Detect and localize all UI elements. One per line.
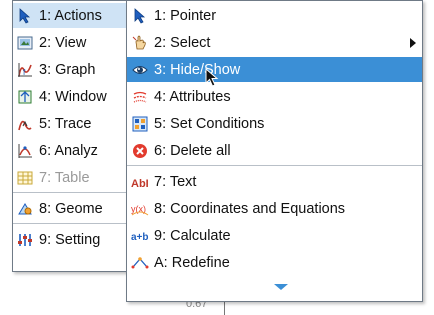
svg-text:AbI: AbI <box>131 178 149 189</box>
mouse-cursor-icon <box>205 67 219 92</box>
submenu-item-coordinates[interactable]: y(x) 8: Coordinates and Equations <box>127 196 422 221</box>
menu-item-view[interactable]: 2: View <box>13 30 137 55</box>
submenu-item-redefine[interactable]: A: Redefine <box>127 250 422 275</box>
menu-item-label: 7: Table <box>39 169 90 186</box>
menu-item-label: 1: Actions <box>39 7 102 24</box>
window-icon <box>16 88 34 106</box>
menu-item-label: 5: Trace <box>39 115 92 132</box>
menu-item-analyze[interactable]: 6: Analyz <box>13 138 137 163</box>
submenu-item-set-conditions[interactable]: 5: Set Conditions <box>127 111 422 136</box>
menu-item-actions[interactable]: 1: Actions <box>13 3 137 28</box>
delete-all-icon <box>131 142 149 160</box>
menu-item-trace[interactable]: 5: Trace <box>13 111 137 136</box>
text-icon: AbI <box>131 173 149 191</box>
chevron-right-icon <box>410 38 416 48</box>
submenu-item-select[interactable]: 2: Select <box>127 30 422 55</box>
submenu-item-pointer[interactable]: 1: Pointer <box>127 3 422 28</box>
submenu-item-label: A: Redefine <box>154 254 230 271</box>
menu-item-table[interactable]: 7: Table <box>13 165 137 190</box>
graph-icon: f <box>16 61 34 79</box>
pointer-icon <box>131 7 149 25</box>
attributes-icon <box>131 88 149 106</box>
submenu-item-label: 1: Pointer <box>154 7 217 24</box>
actions-submenu: 1: Pointer 2: Select 3: Hide/Show 4: Att… <box>126 0 423 302</box>
menu-item-label: 6: Analyz <box>39 142 98 159</box>
menu-item-label: 4: Window <box>39 88 107 105</box>
submenu-item-label: 4: Attributes <box>154 88 231 105</box>
submenu-item-label: 7: Text <box>154 173 197 190</box>
settings-icon <box>16 231 34 249</box>
redefine-icon <box>131 254 149 272</box>
submenu-item-text[interactable]: AbI 7: Text <box>127 169 422 194</box>
menu-item-graph[interactable]: f 3: Graph <box>13 57 137 82</box>
trace-icon <box>16 115 34 133</box>
svg-text:a+b: a+b <box>131 232 149 243</box>
set-conditions-icon <box>131 115 149 133</box>
submenu-item-label: 5: Set Conditions <box>154 115 265 132</box>
analyze-icon <box>16 142 34 160</box>
submenu-item-label: 3: Hide/Show <box>154 61 241 78</box>
eye-icon <box>131 61 149 79</box>
select-hand-icon <box>131 34 149 52</box>
menu-separator <box>13 223 137 224</box>
submenu-item-label: 6: Delete all <box>154 142 231 159</box>
menu-item-geometry[interactable]: 8: Geome <box>13 196 137 221</box>
geometry-icon <box>16 200 34 218</box>
menu-item-settings[interactable]: 9: Setting <box>13 227 137 252</box>
submenu-item-attributes[interactable]: 4: Attributes <box>127 84 422 109</box>
pointer-icon <box>16 7 34 25</box>
submenu-item-hide-show[interactable]: 3: Hide/Show <box>127 57 422 82</box>
menu-item-label: 2: View <box>39 34 87 51</box>
menu-item-label: 8: Geome <box>39 200 103 217</box>
menu-separator <box>127 165 422 166</box>
menu-item-label: 3: Graph <box>39 61 96 78</box>
menu-item-label: 9: Setting <box>39 231 101 248</box>
coordinates-icon: y(x) <box>131 200 149 218</box>
menu-item-window[interactable]: 4: Window <box>13 84 137 109</box>
submenu-item-label: 2: Select <box>154 34 211 51</box>
calculate-icon: a+b <box>131 227 149 245</box>
submenu-item-label: 9: Calculate <box>154 227 231 244</box>
view-icon <box>16 34 34 52</box>
table-icon <box>16 169 34 187</box>
submenu-item-calculate[interactable]: a+b 9: Calculate <box>127 223 422 248</box>
main-menu: 1: Actions 2: View f 3: Graph 4: Window … <box>12 0 138 272</box>
scroll-down-icon[interactable] <box>274 284 288 290</box>
submenu-item-delete-all[interactable]: 6: Delete all <box>127 138 422 163</box>
menu-separator <box>13 192 137 193</box>
submenu-item-label: 8: Coordinates and Equations <box>154 200 346 217</box>
